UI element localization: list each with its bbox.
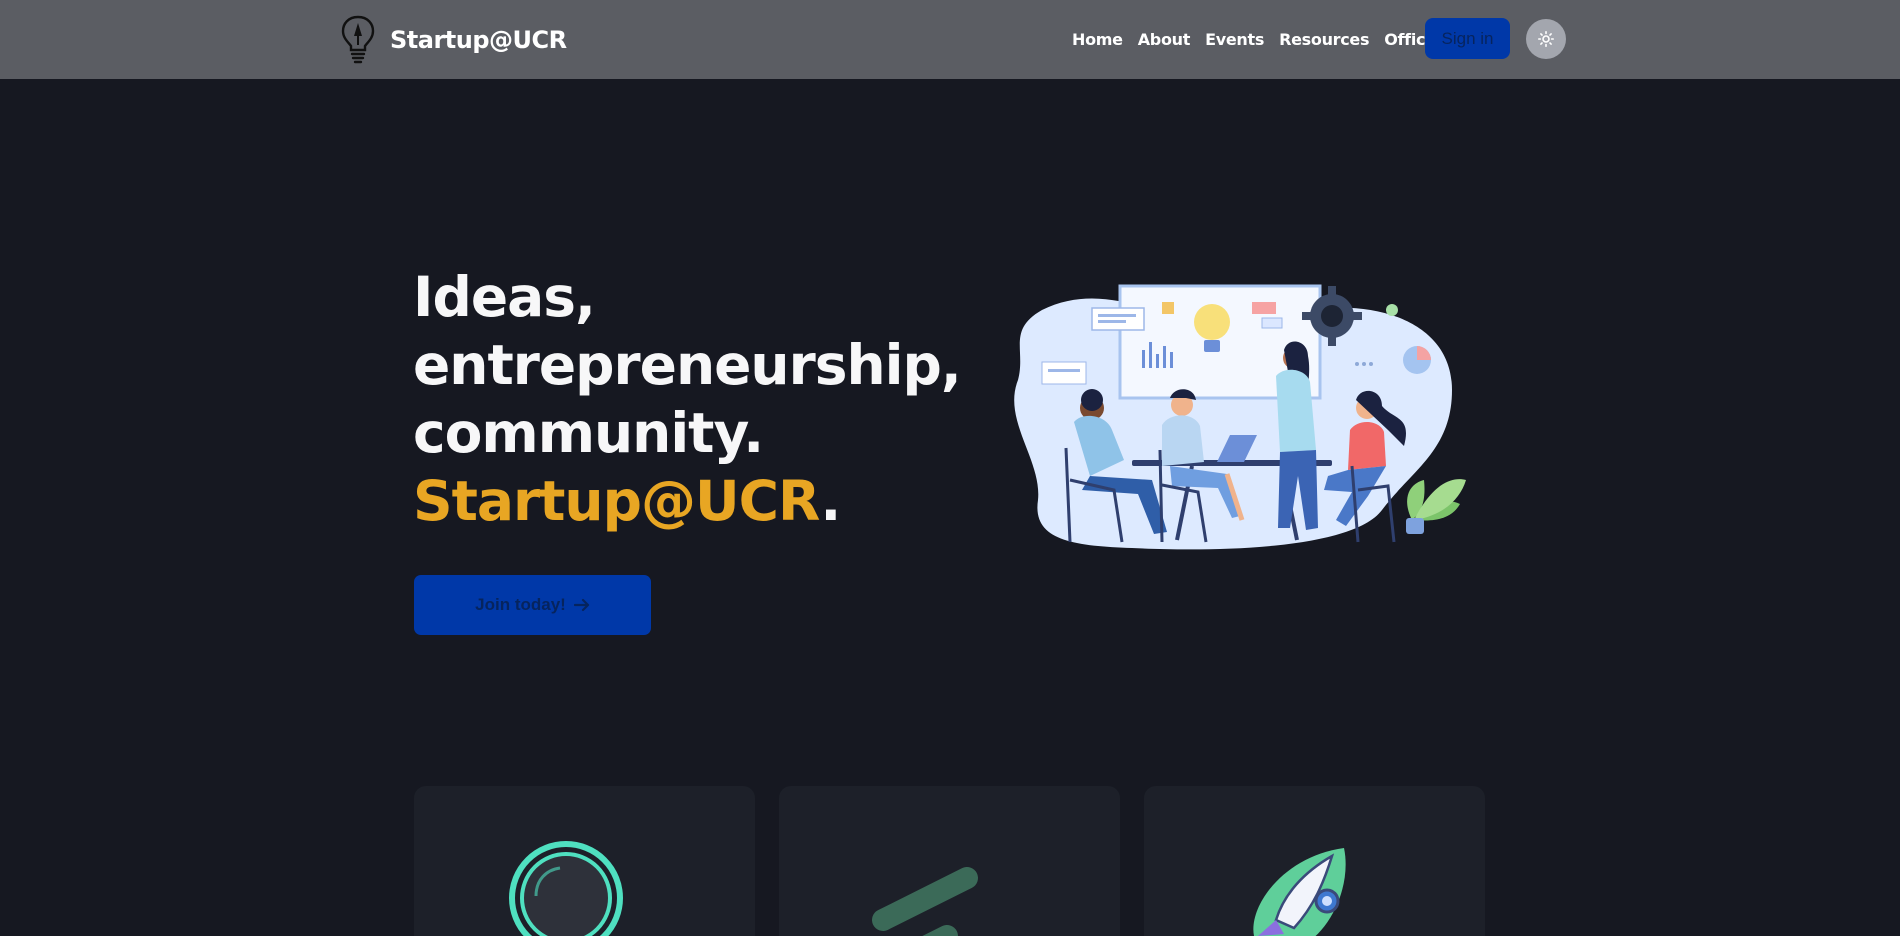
feature-card-2 xyxy=(779,786,1120,936)
brand-link[interactable]: Startup@UCR xyxy=(340,12,567,68)
join-today-label: Join today! xyxy=(475,595,566,614)
ring-icon xyxy=(509,841,623,936)
nav-link-resources[interactable]: Resources xyxy=(1279,30,1369,49)
arrow-right-icon xyxy=(573,598,589,612)
sign-in-button[interactable]: Sign in xyxy=(1425,18,1510,59)
hero-line-ideas: Ideas, xyxy=(413,265,596,329)
nav-link-home[interactable]: Home xyxy=(1072,30,1123,49)
hero-brand-suffix: . xyxy=(820,469,841,533)
nav-links: Home About Events Resources Officers xyxy=(1072,0,1453,79)
feature-card-3 xyxy=(1144,786,1485,936)
team-meeting-illustration xyxy=(1014,284,1466,550)
stripes-icon xyxy=(872,867,978,936)
hero-title: Ideas, entrepreneurship, community. Star… xyxy=(413,263,962,535)
sun-icon xyxy=(1538,31,1554,47)
join-today-button[interactable]: Join today! xyxy=(414,575,651,635)
hero-brand-accent: Startup@UCR xyxy=(413,469,821,533)
rocket-icon xyxy=(1253,848,1346,936)
feature-card-1 xyxy=(414,786,755,936)
brand-name: Startup@UCR xyxy=(390,26,567,54)
nav-link-events[interactable]: Events xyxy=(1205,30,1264,49)
theme-toggle-button[interactable] xyxy=(1526,19,1566,59)
hero-line-entrepreneurship: entrepreneurship, xyxy=(413,333,962,397)
lightbulb-logo-icon xyxy=(341,15,375,64)
hero-line-community: community. xyxy=(413,401,764,465)
top-nav: Startup@UCR Home About Events Resources … xyxy=(0,0,1900,79)
nav-link-about[interactable]: About xyxy=(1138,30,1191,49)
